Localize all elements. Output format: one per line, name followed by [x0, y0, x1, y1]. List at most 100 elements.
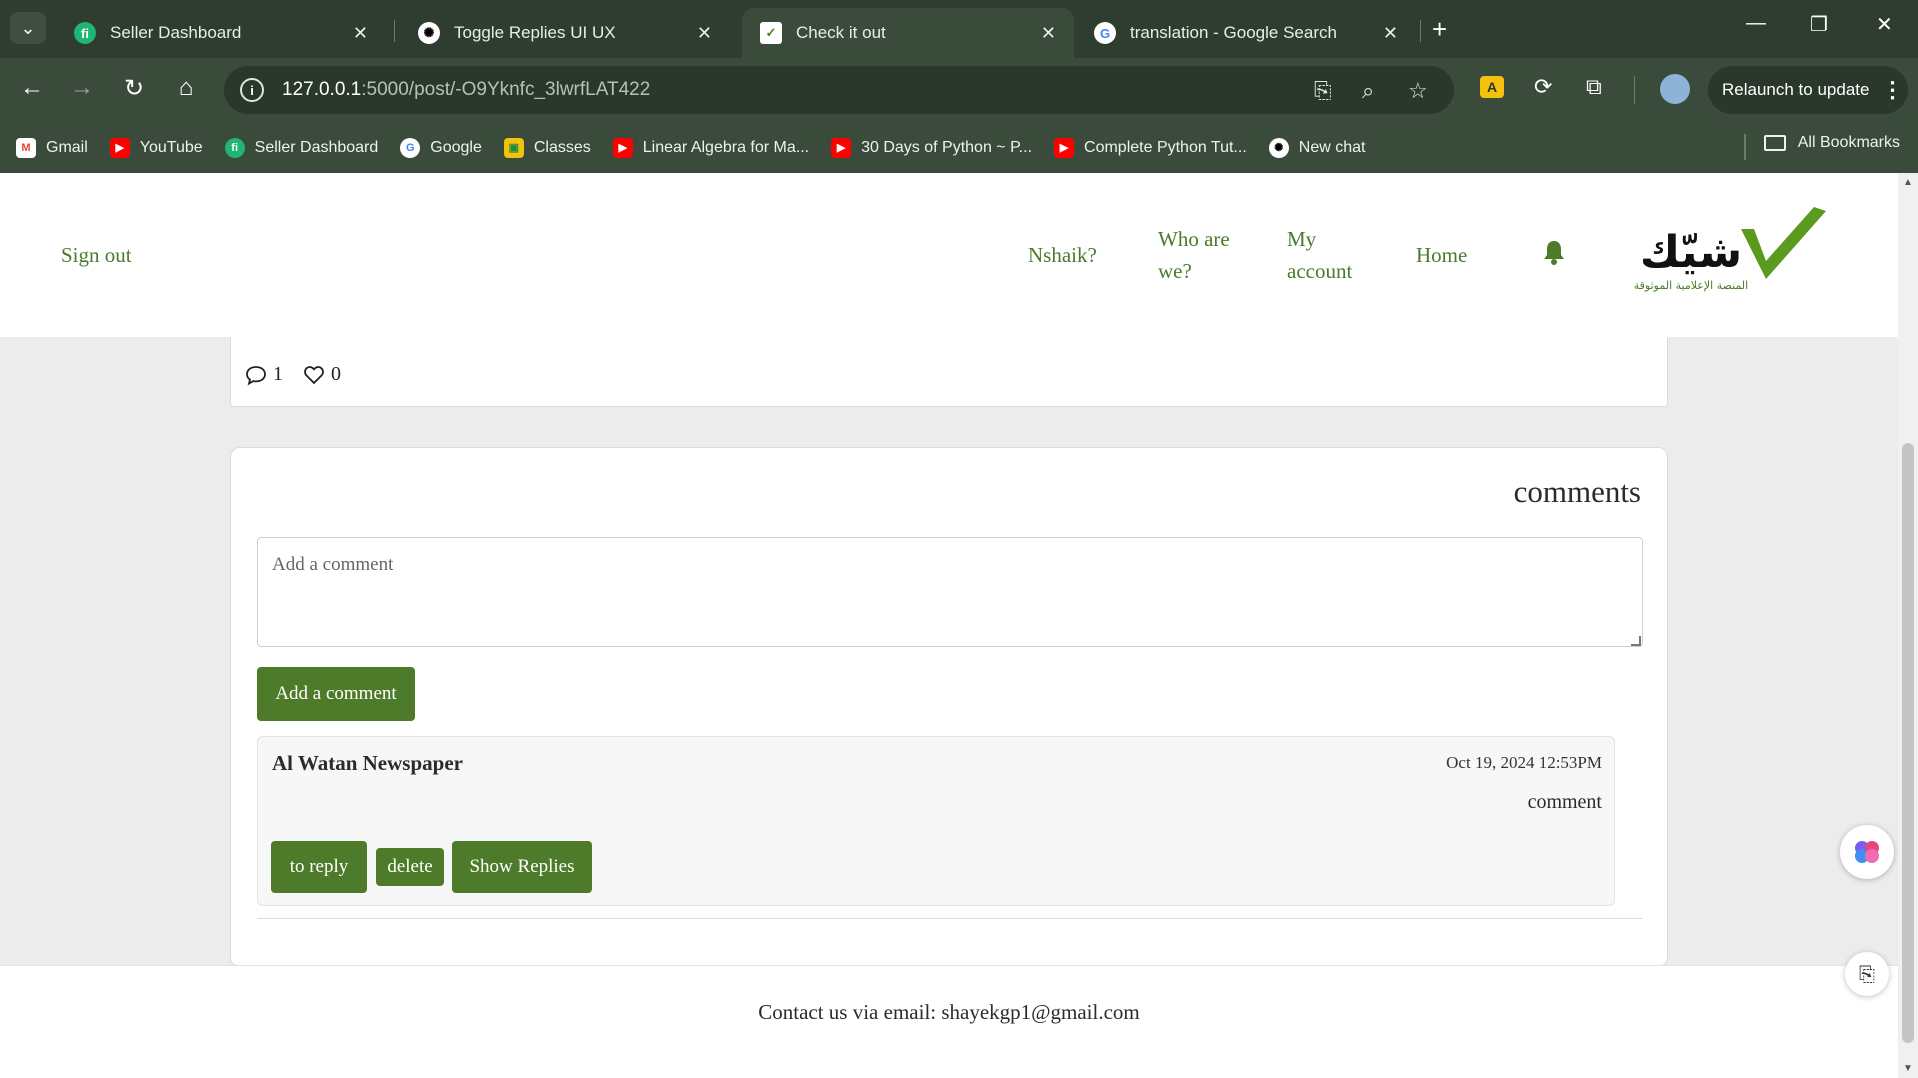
youtube-icon: ▶: [831, 137, 852, 158]
relaunch-button[interactable]: Relaunch to update ⋮: [1708, 66, 1908, 114]
extensions-icon[interactable]: ⧉: [1586, 74, 1602, 100]
restore-icon: ❐: [1810, 14, 1828, 36]
translate-icon[interactable]: ⎘: [1314, 78, 1332, 104]
scroll-up-icon[interactable]: ▲: [1903, 177, 1913, 188]
bookmark-classes[interactable]: ▣ Classes: [503, 137, 591, 158]
gmail-icon: M: [16, 137, 36, 158]
heart-icon[interactable]: [303, 364, 325, 386]
bookmark-new-chat[interactable]: ✺ New chat: [1268, 137, 1365, 158]
post-card: 1 0: [230, 337, 1668, 407]
reload-icon: ↻: [123, 75, 145, 102]
minimize-icon: —: [1746, 12, 1766, 34]
back-button[interactable]: ←: [16, 74, 48, 102]
tab-translation-search[interactable]: G translation - Google Search ✕: [1076, 8, 1416, 58]
bookmark-linear-algebra[interactable]: ▶ Linear Algebra for Ma...: [612, 137, 809, 158]
assistant-float-button[interactable]: [1840, 825, 1894, 879]
home-link[interactable]: Home: [1416, 239, 1467, 271]
my-account-link[interactable]: My account: [1287, 223, 1352, 287]
close-window-button[interactable]: ✕: [1876, 12, 1893, 37]
google-icon: G: [400, 137, 421, 158]
chatgpt-icon: ✺: [418, 22, 440, 44]
chatgpt-icon: ✺: [1268, 137, 1289, 158]
close-icon[interactable]: ✕: [697, 23, 712, 44]
chevron-down-icon: ⌄: [20, 17, 36, 38]
tab-seller-dashboard[interactable]: fi Seller Dashboard ✕: [56, 8, 386, 58]
site-header: Sign out Nshaik? Who are we? My account …: [0, 173, 1898, 337]
bookmark-seller-dashboard[interactable]: fi Seller Dashboard: [224, 137, 378, 158]
bookmark-30-days-python[interactable]: ▶ 30 Days of Python ~ P...: [831, 137, 1032, 158]
my-account-line-1: My: [1287, 227, 1317, 251]
browser-toolbar: ← → ↻ ⌂ i 127.0.0.1:5000/post/-O9Yknfc_3…: [0, 58, 1918, 122]
who-are-we-link[interactable]: Who are we?: [1158, 223, 1230, 287]
page-content: Sign out Nshaik? Who are we? My account …: [0, 173, 1898, 1078]
comment-count: 1: [273, 363, 283, 385]
bookmark-complete-python[interactable]: ▶ Complete Python Tut...: [1054, 137, 1247, 158]
who-are-we-line-2: we?: [1158, 259, 1192, 283]
comment-author: Al Watan Newspaper: [272, 751, 463, 775]
seller-dashboard-icon: fi: [224, 137, 245, 158]
sync-icon[interactable]: ⟳: [1534, 74, 1552, 100]
scrollbar-thumb[interactable]: [1902, 443, 1914, 1043]
reply-button[interactable]: to reply: [271, 841, 367, 893]
close-icon: ✕: [1876, 14, 1893, 36]
arrow-right-icon: →: [70, 74, 94, 101]
scroll-down-icon[interactable]: ▼: [1903, 1063, 1913, 1074]
comment-input[interactable]: [257, 537, 1643, 647]
divider: [257, 918, 1643, 919]
comment-text: comment: [1527, 791, 1602, 813]
tab-strip: ⌄ fi Seller Dashboard ✕ ✺ Toggle Replies…: [0, 0, 1918, 58]
youtube-icon: ▶: [109, 137, 130, 158]
minimize-button[interactable]: —: [1746, 12, 1766, 35]
all-bookmarks-button[interactable]: All Bookmarks: [1763, 134, 1900, 152]
classroom-icon: ▣: [503, 137, 524, 158]
arrow-left-icon: ←: [20, 74, 44, 101]
comment-date: Oct 19, 2024 12:53PM: [1446, 753, 1602, 772]
translate-float-button[interactable]: ⎘: [1845, 952, 1889, 996]
tab-toggle-replies[interactable]: ✺ Toggle Replies UI UX ✕: [400, 8, 730, 58]
site-logo[interactable]: شيّك المنصة الإعلامية الموثوقة: [1606, 207, 1826, 307]
google-icon: G: [1094, 22, 1116, 44]
bookmarks-divider: [1744, 134, 1746, 160]
page-scrollbar[interactable]: ▲ ▼: [1898, 173, 1918, 1078]
nshaik-link[interactable]: Nshaik?: [1028, 239, 1097, 271]
add-comment-button[interactable]: Add a comment: [257, 667, 415, 721]
close-icon[interactable]: ✕: [1383, 23, 1398, 44]
bookmark-gmail[interactable]: M Gmail: [16, 137, 88, 158]
seller-dashboard-icon: fi: [74, 22, 96, 44]
reload-button[interactable]: ↻: [118, 74, 150, 103]
extension-a-icon[interactable]: A: [1480, 76, 1504, 98]
like-count: 0: [331, 363, 341, 385]
tab-search-button[interactable]: ⌄: [10, 12, 46, 44]
forward-button[interactable]: →: [66, 74, 98, 102]
tab-separator: [394, 20, 395, 42]
zoom-icon[interactable]: ⌕: [1362, 78, 1374, 104]
close-icon[interactable]: ✕: [353, 23, 368, 44]
logo-tagline: المنصة الإعلامية الموثوقة: [1633, 279, 1749, 292]
star-icon[interactable]: ☆: [1408, 78, 1428, 104]
comments-section: comments Add a comment Al Watan Newspape…: [230, 447, 1668, 967]
new-tab-button[interactable]: +: [1432, 14, 1447, 45]
close-icon[interactable]: ✕: [1041, 23, 1056, 44]
footer-contact: Contact us via email: shayekgp1@gmail.co…: [758, 1000, 1140, 1024]
resize-grip-icon[interactable]: [1631, 636, 1641, 646]
restore-button[interactable]: ❐: [1810, 12, 1828, 37]
address-bar[interactable]: i 127.0.0.1:5000/post/-O9Yknfc_3lwrfLAT4…: [224, 66, 1454, 114]
site-info-icon[interactable]: i: [240, 78, 264, 102]
tab-check-it-out[interactable]: ✓ Check it out ✕: [742, 8, 1074, 58]
comment-bubble-icon[interactable]: [245, 364, 267, 386]
logo-text: شيّك: [1639, 227, 1743, 278]
profile-avatar[interactable]: [1660, 74, 1690, 104]
more-vertical-icon[interactable]: ⋮: [1881, 77, 1903, 103]
show-replies-button[interactable]: Show Replies: [452, 841, 592, 893]
comments-title: comments: [1513, 474, 1641, 509]
browser-chrome: ⌄ fi Seller Dashboard ✕ ✺ Toggle Replies…: [0, 0, 1918, 173]
bookmark-google[interactable]: G Google: [400, 137, 482, 158]
home-button[interactable]: ⌂: [170, 74, 202, 102]
bookmark-youtube[interactable]: ▶ YouTube: [109, 137, 203, 158]
url-text: 127.0.0.1:5000/post/-O9Yknfc_3lwrfLAT422: [282, 79, 651, 100]
delete-button[interactable]: delete: [376, 848, 444, 886]
bookmarks-bar: M Gmail ▶ YouTube fi Seller Dashboard G Goog…: [0, 122, 1918, 173]
post-stats: 1 0: [245, 363, 361, 386]
bell-icon[interactable]: [1543, 239, 1565, 265]
sign-out-link[interactable]: Sign out: [61, 239, 132, 271]
